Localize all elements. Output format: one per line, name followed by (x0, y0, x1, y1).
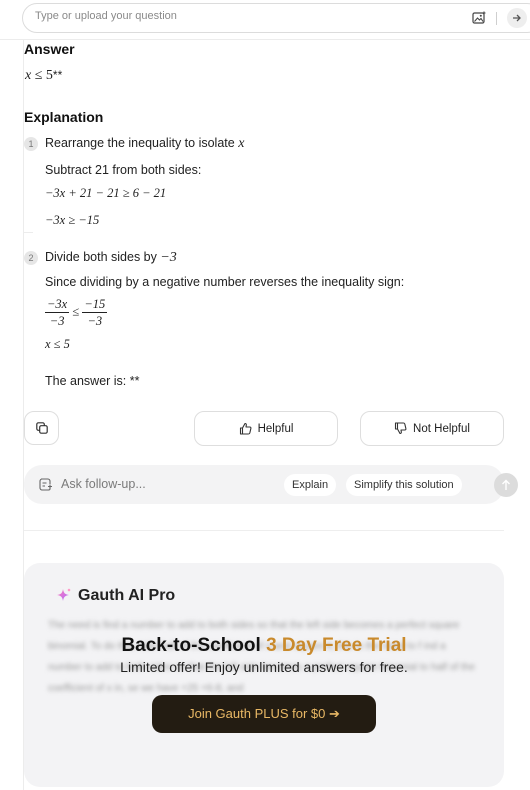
helpful-button[interactable]: Helpful (194, 411, 338, 446)
send-button[interactable] (494, 473, 518, 497)
helpful-label: Helpful (257, 422, 294, 435)
thumbs-down-icon (394, 422, 407, 435)
step-2-result: x ≤ 5 (45, 337, 70, 351)
join-gauth-plus-button[interactable]: Join Gauth PLUS for $0 ➔ (152, 695, 376, 733)
pro-title: Gauth AI Pro (78, 587, 176, 604)
fraction-left: −3x −3 (45, 297, 70, 328)
promo-headline: Back-to-School 3 Day Free Trial (121, 635, 407, 656)
sparkle-icon (56, 587, 72, 608)
explanation-heading: Explanation (24, 109, 104, 125)
question-search-bar[interactable] (22, 3, 530, 33)
thumbs-up-icon (239, 422, 252, 435)
not-helpful-button[interactable]: Not Helpful (360, 411, 504, 446)
question-input[interactable] (35, 10, 455, 22)
top-bar (0, 0, 530, 40)
copy-icon (36, 422, 48, 434)
rail-tick (23, 232, 33, 233)
follow-up-placeholder[interactable]: Ask follow-up... (61, 477, 146, 491)
divider (496, 12, 497, 25)
answer-result: x ≤ 5** (25, 68, 63, 83)
step-number-badge: 2 (24, 251, 38, 265)
step-number-badge: 1 (24, 137, 38, 151)
not-helpful-label: Not Helpful (413, 422, 470, 435)
fraction-right: −15 −3 (82, 297, 108, 328)
arrow-up-icon (502, 479, 510, 490)
blurred-preview-text: The need is find a number to add to both… (48, 620, 475, 694)
step-2-fraction-inequality: −3x −3 ≤ −15 −3 (45, 297, 108, 328)
step-2-note: Since dividing by a negative number reve… (45, 275, 405, 289)
step-1-equation-2: −3x ≥ −15 (45, 213, 100, 227)
copy-button[interactable] (24, 411, 59, 445)
promo-offer-text: Limited offer! Enjoy unlimited answers f… (120, 659, 408, 675)
follow-up-bar[interactable]: Ask follow-up... Explain Simplify this s… (24, 465, 518, 504)
explain-chip[interactable]: Explain (284, 474, 337, 496)
submit-arrow-button[interactable] (507, 8, 527, 28)
step-1-equation-1: −3x + 21 − 21 ≥ 6 − 21 (45, 186, 167, 200)
section-divider (24, 530, 504, 531)
step-1-title: Rearrange the inequality to isolate x (45, 136, 245, 151)
follow-up-icon (39, 478, 52, 496)
final-answer-text: The answer is: ** (45, 374, 140, 388)
arrow-right-icon (513, 14, 521, 22)
gauth-pro-card: Gauth AI Pro The need is find a number t… (24, 563, 504, 787)
step-2-title: Divide both sides by −3 (45, 250, 177, 265)
answer-heading: Answer (24, 41, 75, 57)
step-1-note: Subtract 21 from both sides: (45, 163, 202, 177)
image-upload-icon[interactable] (472, 11, 486, 25)
simplify-solution-chip[interactable]: Simplify this solution (346, 474, 462, 496)
